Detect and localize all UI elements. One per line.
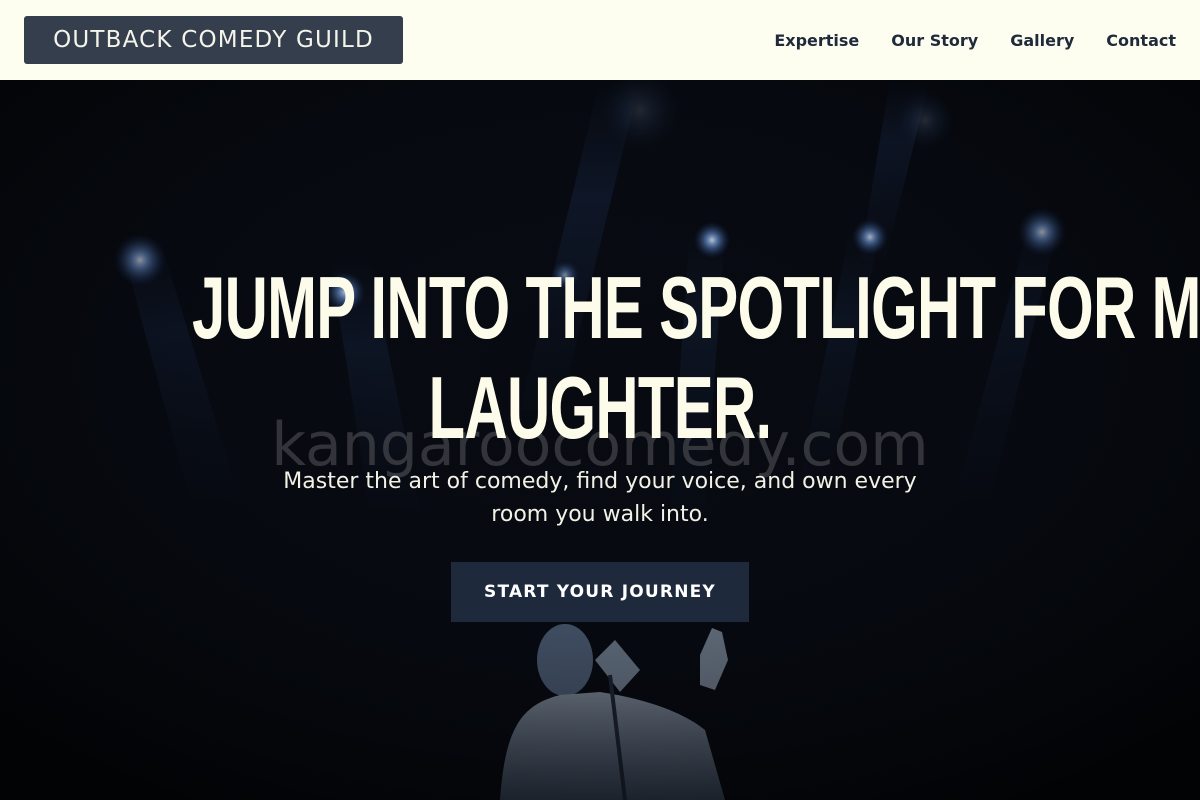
start-journey-button[interactable]: START YOUR JOURNEY: [451, 562, 749, 622]
hero-title: JUMP INTO THE SPOTLIGHT FOR MASSIVE LAUG…: [192, 258, 1200, 458]
main-nav: Expertise Our Story Gallery Contact: [774, 0, 1176, 80]
nav-link-gallery[interactable]: Gallery: [1010, 31, 1074, 50]
nav-link-contact[interactable]: Contact: [1106, 31, 1176, 50]
hero-section: kangaroocomedy.com JUMP INTO THE SPOTLIG…: [0, 80, 1200, 800]
site-header: OUTBACK COMEDY GUILD Expertise Our Story…: [0, 0, 1200, 80]
hero-title-line-1: JUMP INTO THE SPOTLIGHT FOR MASSIVE: [192, 258, 1200, 357]
hero-title-line-2: LAUGHTER.: [428, 358, 773, 457]
nav-link-expertise[interactable]: Expertise: [774, 31, 859, 50]
nav-link-our-story[interactable]: Our Story: [891, 31, 978, 50]
hero-subtitle: Master the art of comedy, find your voic…: [283, 469, 917, 527]
brand-logo-link[interactable]: OUTBACK COMEDY GUILD: [24, 16, 403, 64]
